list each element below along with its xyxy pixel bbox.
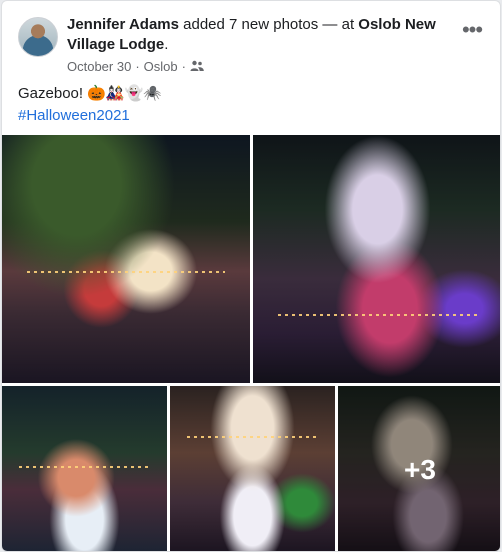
friends-icon[interactable] — [190, 60, 204, 72]
author-avatar[interactable] — [18, 17, 58, 57]
string-lights — [277, 313, 478, 316]
more-photos-overlay[interactable]: +3 — [338, 386, 500, 551]
post-card: Jennifer Adams added 7 new photos — at O… — [1, 0, 501, 552]
string-lights — [26, 271, 226, 274]
place-suffix: . — [164, 36, 169, 53]
more-options-icon[interactable]: ••• — [458, 19, 486, 45]
post-date-link[interactable]: October 30 — [67, 59, 131, 74]
post-text: Gazeboo! 🎃🎎👻🕷️ — [18, 85, 162, 102]
photo-gazebo-2[interactable] — [253, 135, 500, 383]
photo-gazebo-1[interactable] — [2, 135, 250, 383]
photo-gazebo-3[interactable] — [2, 386, 167, 551]
post-body: Gazeboo! 🎃🎎👻🕷️ #Halloween2021 — [18, 83, 162, 127]
author-name-link[interactable]: Jennifer Adams — [67, 16, 179, 33]
hashtag-link[interactable]: #Halloween2021 — [18, 105, 162, 127]
string-lights — [186, 436, 319, 439]
photo-gazebo-4[interactable] — [170, 386, 335, 551]
location-link[interactable]: Oslob — [144, 59, 178, 74]
photo-grid: +3 — [2, 135, 500, 551]
meta-separator: · — [181, 58, 186, 74]
post-header: Jennifer Adams added 7 new photos — at O… — [67, 15, 452, 55]
post-action-text: added 7 new photos — at — [178, 16, 359, 33]
more-photos-count: +3 — [404, 453, 436, 485]
string-lights — [18, 466, 151, 469]
meta-separator: · — [135, 58, 140, 74]
photo-gazebo-5[interactable]: +3 — [338, 386, 500, 551]
post-meta: October 30 · Oslob · — [67, 57, 204, 75]
